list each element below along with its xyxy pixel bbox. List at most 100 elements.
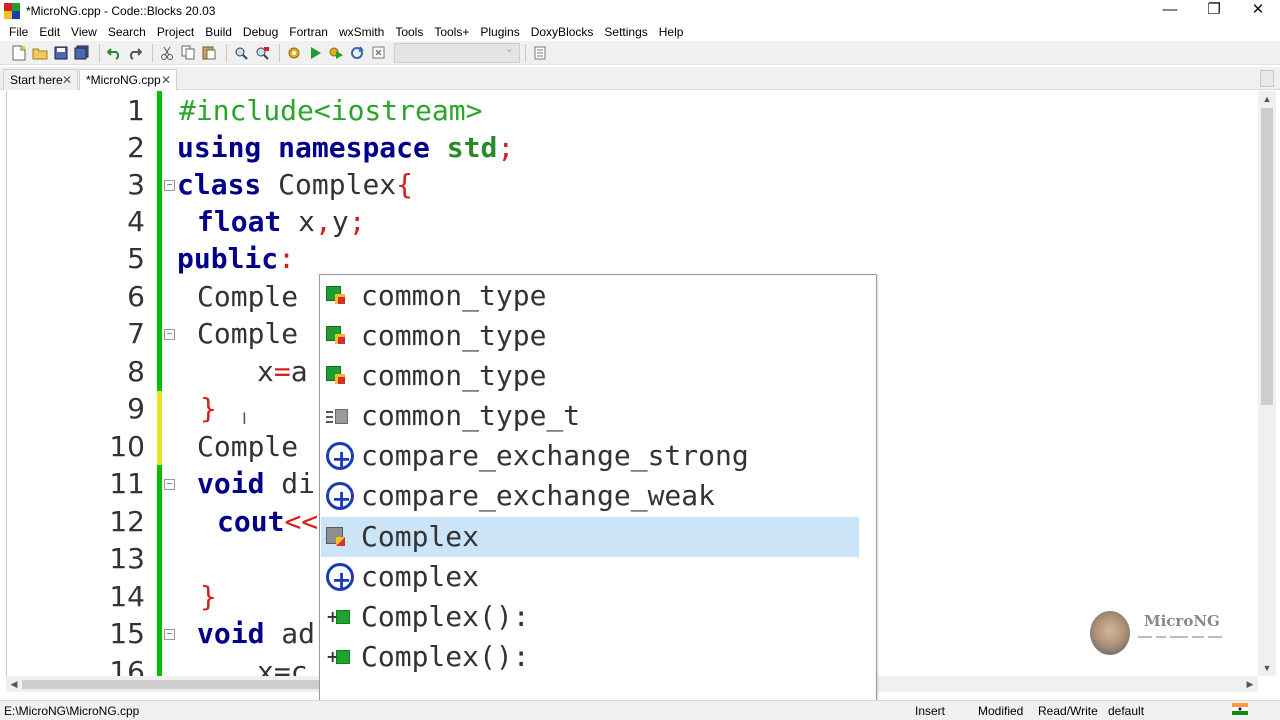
line-number: 4 [127,205,145,238]
horizontal-scroll-thumb[interactable] [22,680,322,689]
minimize-button[interactable]: — [1148,0,1192,22]
identifier: Complex [261,168,397,201]
scroll-up-icon[interactable]: ▲ [1258,91,1276,107]
identifier: ad [264,617,316,650]
editor-tab-bar: Start here ✕ *MicroNG.cpp ✕ [0,67,1280,90]
autocomplete-item[interactable]: common_type_t [321,396,859,436]
status-modified: Modified [978,704,1024,718]
operator: ; [348,205,366,238]
autocomplete-item-label: common_type [361,359,547,392]
rebuild-icon[interactable] [348,44,366,62]
code-line-4: float x,y; [197,203,366,240]
cpp-function-icon: + [326,563,354,594]
code-line-9: } [200,390,217,427]
menu-file[interactable]: File [4,25,34,39]
tab-microng-cpp[interactable]: *MicroNG.cpp ✕ [79,69,177,90]
line-number: 16 [109,655,145,676]
autocomplete-item-label: complex [361,560,480,593]
new-file-icon[interactable] [10,44,28,62]
build-target-combo[interactable] [394,42,520,63]
keyword: void [197,617,265,650]
cpp-function-icon: + [326,482,354,513]
line-number: 8 [127,355,145,388]
identifier: x [281,205,316,238]
paste-icon[interactable] [200,44,218,62]
autocomplete-item[interactable]: common_type [321,316,859,356]
tab-close-icon[interactable]: ✕ [161,70,171,90]
build-icon[interactable] [285,44,303,62]
autocomplete-item[interactable]: + Complex(): [321,597,859,637]
autocomplete-item-selected[interactable]: Complex [321,517,859,557]
class-icon [326,527,348,549]
menu-build[interactable]: Build [200,25,238,39]
scroll-right-icon[interactable]: ▶ [1242,676,1258,692]
line-number: 7 [127,317,145,350]
autocomplete-item[interactable]: + compare_exchange_weak [321,476,859,516]
code-line-15: void ad [197,615,315,652]
code-line-10: Comple [197,428,298,465]
undo-icon[interactable] [105,44,123,62]
fold-marker-icon[interactable]: − [164,329,175,340]
menu-fortran[interactable]: Fortran [284,25,334,39]
restore-button[interactable]: ❐ [1192,0,1236,22]
tab-scroll-button[interactable] [1260,70,1274,87]
build-and-run-icon[interactable] [327,44,345,62]
save-icon[interactable] [52,44,70,62]
autocomplete-item-label: Complex(): [361,600,530,633]
target-options-icon[interactable] [531,44,549,62]
code-line-3: class Complex{ [177,166,413,203]
menu-debug[interactable]: Debug [238,25,284,39]
vertical-scroll-thumb[interactable] [1261,108,1273,405]
namespace-name: std [446,131,498,164]
cut-icon[interactable] [158,44,176,62]
scroll-down-icon[interactable]: ▼ [1258,660,1276,676]
abort-icon[interactable] [369,44,387,62]
menu-doxyblocks[interactable]: DoxyBlocks [526,25,600,39]
redo-icon[interactable] [126,44,144,62]
menu-wxsmith[interactable]: wxSmith [334,25,390,39]
operator: << [284,505,319,538]
autocomplete-item[interactable]: + compare_exchange_strong [321,436,859,476]
fold-marker-icon[interactable]: − [164,479,175,490]
type-icon [326,286,348,308]
fold-marker-icon[interactable]: − [164,629,175,640]
menu-tools-plus[interactable]: Tools+ [429,25,475,39]
type-icon [326,366,348,388]
code-line-1: #include<iostream> [179,92,482,129]
menu-help[interactable]: Help [654,25,690,39]
status-highlighter: default [1108,704,1145,718]
menu-plugins[interactable]: Plugins [475,25,525,39]
vertical-scrollbar[interactable]: ▲ ▼ [1258,91,1276,676]
save-all-icon[interactable] [73,44,91,62]
title-bar: *MicroNG.cpp - Code::Blocks 20.03 — ❐ ✕ [0,0,1280,22]
menu-tools[interactable]: Tools [390,25,429,39]
tab-start-here[interactable]: Start here ✕ [3,69,78,90]
autocomplete-item[interactable]: common_type [321,276,859,316]
run-icon[interactable] [306,44,324,62]
code-line-6: Comple [197,278,298,315]
autocomplete-item[interactable]: + Complex(): [321,637,859,677]
fold-marker-icon[interactable]: − [164,180,175,191]
replace-icon[interactable] [253,44,271,62]
identifier: Comple [197,317,299,350]
line-number: 1 [127,94,145,127]
i-beam-cursor-icon: I [242,409,247,428]
preprocessor-directive: #include<iostream> [179,94,483,127]
scroll-left-icon[interactable]: ◀ [6,676,22,692]
tab-close-icon[interactable]: ✕ [62,70,72,90]
menu-edit[interactable]: Edit [34,25,66,39]
open-file-icon[interactable] [31,44,49,62]
autocomplete-item-label: Complex(): [361,640,530,673]
find-icon[interactable] [232,44,250,62]
menu-project[interactable]: Project [152,25,200,39]
close-window-button[interactable]: ✕ [1236,0,1280,22]
watermark-tagline-graphic [1136,632,1226,642]
autocomplete-item[interactable]: common_type [321,356,859,396]
menu-view[interactable]: View [66,25,103,39]
menu-search[interactable]: Search [103,25,152,39]
keyword: void [197,467,265,500]
menu-settings[interactable]: Settings [599,25,653,39]
copy-icon[interactable] [179,44,197,62]
autocomplete-item[interactable]: + complex [321,557,859,597]
autocomplete-popup[interactable]: common_type common_type common_type comm… [319,274,877,718]
